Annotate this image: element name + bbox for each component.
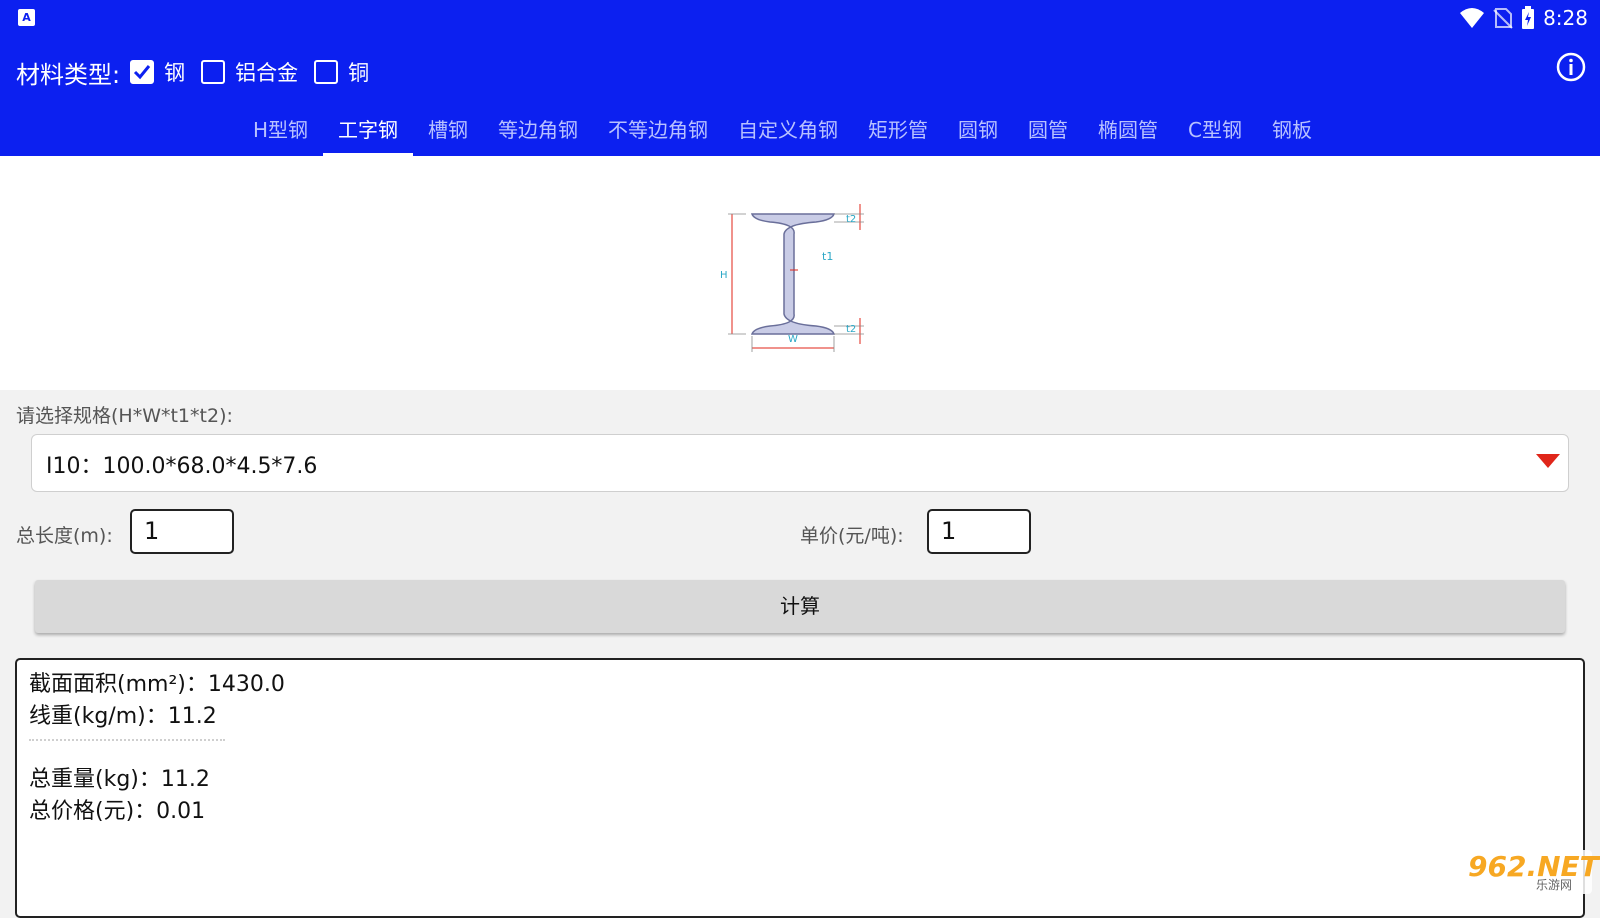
tab-custom-angle[interactable]: 自定义角钢 — [723, 106, 853, 154]
tab-i-beam[interactable]: 工字钢 — [323, 106, 414, 156]
tab-round-bar[interactable]: 圆钢 — [943, 106, 1013, 154]
material-checkbox-steel[interactable] — [130, 60, 155, 84]
material-label-copper: 铜 — [348, 61, 370, 85]
result-divider — [29, 739, 225, 741]
material-checkbox-copper[interactable] — [314, 60, 339, 84]
result-linear-weight: 线重(kg/m)：11.2 — [29, 704, 217, 729]
spec-dropdown[interactable]: I10：100.0*68.0*4.5*7.6 — [31, 434, 1569, 492]
tab-oval-tube[interactable]: 椭圆管 — [1083, 106, 1173, 154]
checkmark-icon — [134, 65, 151, 80]
calculate-button[interactable]: 计算 — [35, 580, 1565, 633]
status-time: 8:28 — [1543, 6, 1588, 30]
tab-h-beam[interactable]: H型钢 — [238, 106, 323, 154]
material-label-aluminum: 铝合金 — [235, 61, 299, 85]
section-diagram-area: H W t1 t2 t2 — [0, 156, 1600, 390]
tab-round-tube[interactable]: 圆管 — [1013, 106, 1083, 154]
watermark-logo: 962.NET 乐游网 — [1462, 850, 1599, 894]
dim-label-h: H — [720, 270, 728, 281]
tab-rect-tube[interactable]: 矩形管 — [853, 106, 943, 154]
dim-label-t2-top: t2 — [846, 214, 856, 225]
length-input[interactable]: 1 — [130, 509, 234, 554]
i-beam-shape — [750, 213, 836, 335]
spec-selected-value: I10：100.0*68.0*4.5*7.6 — [46, 454, 318, 479]
material-type-label: 材料类型: — [16, 60, 121, 89]
tab-equal-angle[interactable]: 等边角钢 — [483, 106, 593, 154]
dim-label-w: W — [788, 334, 798, 345]
result-total-weight: 总重量(kg)：11.2 — [29, 767, 210, 792]
i-beam-diagram: H W t1 t2 t2 — [720, 204, 864, 352]
tab-plate[interactable]: 钢板 — [1257, 106, 1327, 154]
dim-label-t1: t1 — [822, 250, 833, 263]
price-label: 单价(元/吨): — [800, 525, 904, 547]
app-bar: A 8:28 材料类型: 钢 铝合金 铜 H型钢 工字钢 槽钢 等边角钢 不等边… — [0, 0, 1600, 156]
tab-unequal-angle[interactable]: 不等边角钢 — [593, 106, 723, 154]
material-label-steel: 钢 — [164, 61, 186, 85]
info-icon[interactable] — [1556, 52, 1586, 82]
app-notification-icon: A — [18, 9, 35, 26]
dim-label-t2-bottom: t2 — [846, 324, 856, 335]
no-sim-icon — [1493, 8, 1513, 29]
spec-label: 请选择规格(H*W*t1*t2): — [16, 405, 233, 427]
dropdown-arrow-icon — [1536, 454, 1560, 468]
section-type-tabs: H型钢 工字钢 槽钢 等边角钢 不等边角钢 自定义角钢 矩形管 圆钢 圆管 椭圆… — [238, 106, 1327, 156]
price-input[interactable]: 1 — [927, 509, 1031, 554]
wifi-icon — [1460, 8, 1485, 28]
result-box: 截面面积(mm²)：1430.0 线重(kg/m)：11.2 总重量(kg)：1… — [15, 658, 1585, 918]
material-type-row: 材料类型: 钢 铝合金 铜 — [16, 54, 385, 90]
battery-charging-icon — [1522, 6, 1535, 29]
tab-c-channel[interactable]: C型钢 — [1173, 106, 1257, 154]
result-total-price: 总价格(元)：0.01 — [29, 799, 206, 824]
material-checkbox-aluminum[interactable] — [201, 60, 226, 84]
length-label: 总长度(m): — [16, 525, 113, 547]
watermark-sub: 乐游网 — [1536, 878, 1573, 892]
tab-channel[interactable]: 槽钢 — [413, 106, 483, 154]
watermark-main: 962.NET — [1468, 850, 1599, 883]
status-bar-right: 8:28 — [1459, 4, 1588, 32]
result-area: 截面面积(mm²)：1430.0 — [29, 672, 285, 697]
